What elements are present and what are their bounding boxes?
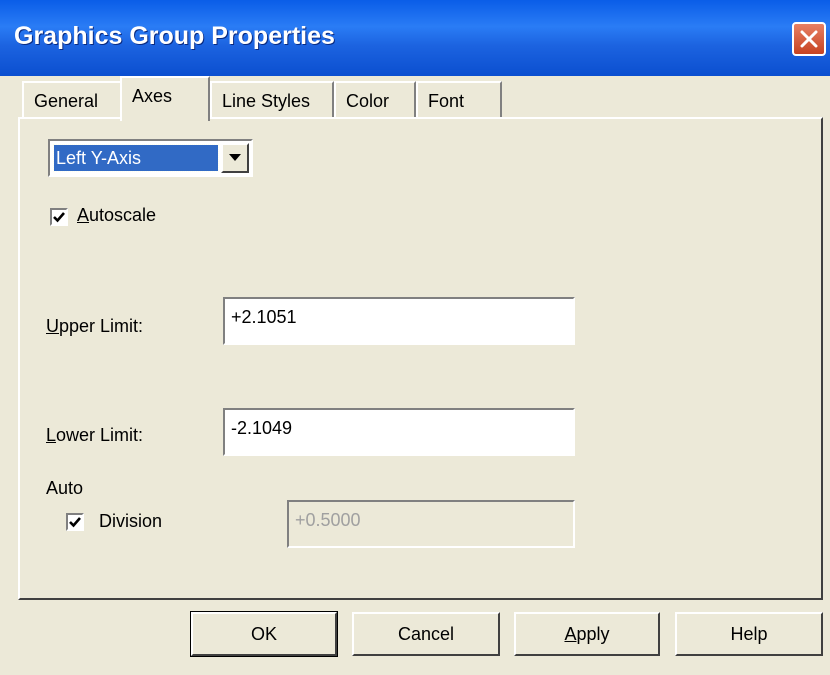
auto-heading: Auto: [46, 478, 84, 498]
ok-button[interactable]: OK: [190, 611, 338, 657]
division-checkbox[interactable]: [66, 513, 84, 531]
apply-label-text: pply: [576, 624, 610, 644]
lower-limit-label: Lower Limit:: [46, 425, 143, 446]
axis-select-value: Left Y-Axis: [53, 144, 219, 172]
chevron-down-icon: [229, 154, 241, 161]
apply-button[interactable]: Apply: [514, 612, 660, 656]
division-label[interactable]: Division: [99, 511, 162, 532]
apply-button-label: Apply: [564, 624, 609, 644]
autoscale-checkbox[interactable]: [50, 208, 68, 226]
upper-limit-label: Upper Limit:: [46, 316, 143, 337]
division-input: +0.5000: [287, 500, 575, 548]
checkmark-icon: [69, 517, 81, 528]
upper-limit-mnemonic: U: [46, 316, 59, 336]
autoscale-label[interactable]: Autoscale: [77, 205, 156, 226]
axis-select[interactable]: Left Y-Axis: [48, 139, 253, 177]
checkmark-icon: [53, 212, 65, 223]
tab-color-label: Color: [346, 91, 390, 111]
tab-axes[interactable]: Axes: [120, 76, 210, 121]
close-button[interactable]: [792, 22, 826, 56]
title-bar[interactable]: Graphics Group Properties: [0, 0, 830, 76]
tab-font[interactable]: Font: [416, 81, 502, 117]
autoscale-mnemonic: A: [77, 205, 90, 225]
tab-color[interactable]: Color: [334, 81, 416, 117]
cancel-button-label: Cancel: [397, 624, 455, 644]
cancel-button[interactable]: Cancel: [352, 612, 500, 656]
tab-axes-label: Axes: [132, 86, 173, 106]
tab-font-label: Font: [428, 91, 465, 111]
ok-button-label: OK: [250, 624, 277, 644]
lower-limit-input[interactable]: -2.1049: [223, 408, 575, 456]
tab-line-styles-label: Line Styles: [222, 91, 311, 111]
tab-general-label: General: [34, 91, 99, 111]
help-button-label: Help: [730, 624, 768, 644]
lower-limit-label-text: ower Limit:: [56, 425, 144, 445]
apply-mnemonic: A: [564, 624, 577, 644]
tab-line-styles[interactable]: Line Styles: [210, 81, 334, 117]
autoscale-label-text: utoscale: [89, 205, 157, 225]
upper-limit-input[interactable]: +2.1051: [223, 297, 575, 345]
help-button[interactable]: Help: [675, 612, 823, 656]
tab-general[interactable]: General: [22, 81, 122, 117]
lower-limit-mnemonic: L: [46, 425, 57, 445]
upper-limit-label-text: pper Limit:: [59, 316, 144, 336]
axis-select-dropdown-button[interactable]: [221, 143, 249, 173]
close-icon: [800, 30, 818, 48]
window-title: Graphics Group Properties: [14, 22, 335, 50]
